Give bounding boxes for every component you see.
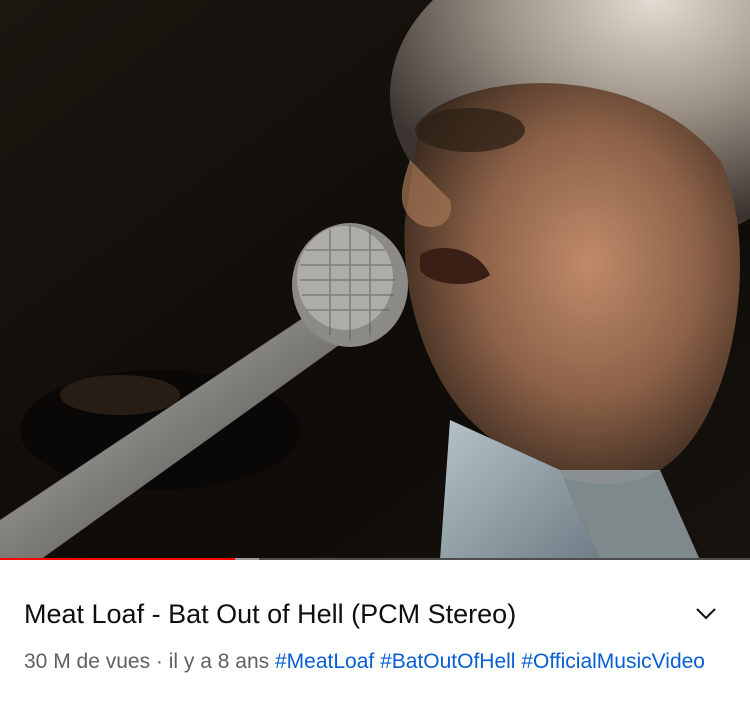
video-frame[interactable]	[0, 0, 750, 560]
hashtag-batoutofhell[interactable]: #BatOutOfHell	[380, 650, 515, 673]
video-player[interactable]	[0, 0, 750, 560]
hashtag-officialmusicvideo[interactable]: #OfficialMusicVideo	[521, 650, 705, 673]
expand-description-button[interactable]	[686, 597, 726, 631]
video-meta: 30 M de vues · il y a 8 ans #MeatLoaf #B…	[24, 646, 724, 678]
upload-age: il y a 8 ans	[168, 650, 270, 673]
video-progress-fill	[0, 558, 235, 560]
video-title[interactable]: Meat Loaf - Bat Out of Hell (PCM Stereo)	[24, 594, 664, 634]
hashtag-meatloaf[interactable]: #MeatLoaf	[275, 650, 374, 673]
chevron-down-icon	[696, 608, 716, 620]
meta-separator: ·	[150, 650, 169, 673]
view-count: 30 M de vues	[24, 650, 151, 673]
video-progress-bar[interactable]	[0, 558, 750, 560]
